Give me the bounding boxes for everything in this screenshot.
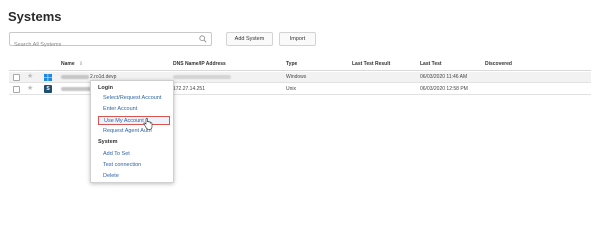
menu-item-use-my-account[interactable]: Use My Account: [98, 116, 170, 125]
menu-item-request-agent-auth[interactable]: Request Agent Auth: [98, 127, 170, 136]
s-app-icon: S: [44, 85, 52, 93]
system-dns: 172.27.14.251: [173, 86, 205, 92]
system-name[interactable]: [61, 86, 92, 92]
sort-icon[interactable]: ⇩: [79, 61, 83, 67]
redacted-text: [61, 74, 89, 79]
context-menu: Login Select/Request Account Enter Accou…: [90, 80, 174, 183]
column-header-dns[interactable]: DNS Name/IP Address: [173, 61, 226, 67]
table-header: Name ⇩ DNS Name/IP Address Type Last Tes…: [9, 58, 591, 71]
menu-section-system: System: [98, 139, 118, 145]
system-type: Windows: [286, 74, 307, 80]
column-header-name[interactable]: Name ⇩: [61, 61, 83, 67]
star-icon[interactable]: ★: [27, 84, 33, 94]
menu-item-add-to-set[interactable]: Add To Set: [98, 150, 170, 159]
last-test-time: 06/03/2020 11:46 AM: [420, 74, 468, 80]
menu-item-test-connection[interactable]: Test connection: [98, 161, 170, 170]
redacted-text: [61, 86, 91, 91]
last-test-time: 06/03/2020 12:58 PM: [420, 86, 468, 92]
star-icon[interactable]: ★: [27, 72, 33, 82]
search-input[interactable]: [10, 39, 190, 51]
row-checkbox[interactable]: [13, 74, 20, 81]
column-header-last-test-result[interactable]: Last Test Result: [352, 61, 390, 67]
column-header-type[interactable]: Type: [286, 61, 297, 67]
import-button[interactable]: Import: [279, 32, 316, 46]
column-label: Name: [61, 61, 75, 67]
system-dns: [173, 74, 232, 80]
menu-item-enter-account[interactable]: Enter Account: [98, 105, 170, 114]
column-header-discovered[interactable]: Discovered: [485, 61, 512, 67]
system-type: Unix: [286, 86, 297, 92]
menu-item-delete[interactable]: Delete: [98, 172, 170, 181]
windows-icon: [44, 74, 52, 81]
menu-item-select-request-account[interactable]: Select/Request Account: [98, 94, 170, 103]
redacted-text: [173, 74, 231, 79]
column-header-last-test[interactable]: Last Test: [420, 61, 442, 67]
hand-cursor-icon: [143, 118, 153, 130]
search-icon[interactable]: [199, 35, 207, 43]
row-checkbox[interactable]: [13, 86, 20, 93]
page-title: Systems: [8, 9, 62, 24]
search-box[interactable]: [9, 32, 212, 51]
menu-section-login: Login: [98, 85, 113, 91]
add-system-button[interactable]: Add System: [226, 32, 273, 46]
